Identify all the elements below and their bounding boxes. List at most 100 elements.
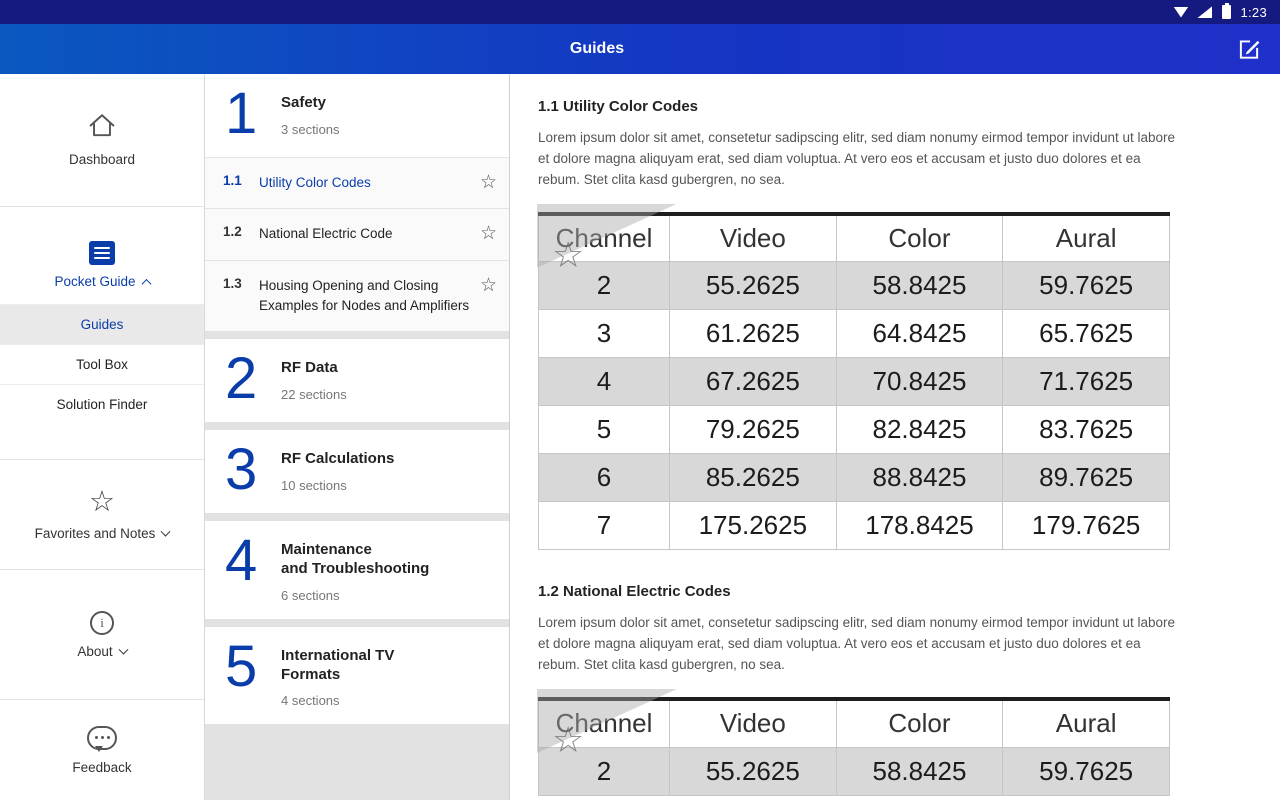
subsection-title: Utility Color Codes	[259, 173, 480, 193]
table-cell: 2	[539, 747, 670, 795]
table-row-channel-4: 467.262570.842571.7625	[539, 358, 1170, 406]
subsection-number: 1.1	[223, 173, 259, 188]
table-cell: 175.2625	[670, 502, 837, 550]
frequency-table: ChannelVideoColorAural255.262558.842559.…	[538, 697, 1170, 796]
table-header-channel: Channel	[539, 699, 670, 747]
compose-icon	[1236, 36, 1262, 62]
chapter-number: 5	[225, 639, 267, 709]
table-cell: 7	[539, 502, 670, 550]
toc-subsection-1-3[interactable]: 1.3 Housing Opening and Closing Examples…	[205, 260, 509, 332]
sidebar-item-tool-box[interactable]: Tool Box	[0, 344, 204, 384]
subsection-number: 1.2	[223, 224, 259, 239]
sidebar-item-feedback[interactable]: Feedback	[0, 700, 204, 800]
table-header-row: ChannelVideoColorAural	[539, 699, 1170, 747]
table-cell: 64.8425	[836, 310, 1003, 358]
chapter-number: 4	[225, 533, 267, 603]
table-row-channel-5: 579.262582.842583.7625	[539, 406, 1170, 454]
subsection-title: National Electric Code	[259, 224, 480, 244]
menu-icon	[89, 241, 115, 265]
sidebar-group-pocket-guide: Pocket Guide Guides Tool Box Solution Fi…	[0, 207, 204, 460]
toc-chapter-5: 5 International TV Formats 4 sections	[205, 627, 509, 725]
sidebar: Dashboard Pocket Guide Guides Tool Box S…	[0, 74, 205, 800]
toc-chapter-5-header[interactable]: 5 International TV Formats 4 sections	[205, 627, 509, 725]
status-bar: 1:23	[0, 0, 1280, 24]
chapter-sections-count: 4 sections	[281, 693, 394, 708]
section-heading: 1.1 Utility Color Codes	[538, 98, 1250, 115]
pocket-guide-submenu: Guides Tool Box Solution Finder	[0, 304, 204, 424]
chapter-title: RF Calculations	[281, 450, 394, 469]
edit-button[interactable]	[1236, 36, 1262, 62]
table-cell: 58.8425	[836, 747, 1003, 795]
channel-frequency-table-2: ☆ ChannelVideoColorAural255.262558.84255…	[538, 697, 1170, 796]
cellular-signal-icon	[1197, 6, 1212, 18]
table-cell: 59.7625	[1003, 262, 1170, 310]
section-body-text: Lorem ipsum dolor sit amet, consetetur s…	[538, 613, 1186, 676]
table-row-channel-2: 255.262558.842559.7625	[539, 262, 1170, 310]
sidebar-item-about[interactable]: i About	[0, 570, 204, 700]
toc-chapter-4: 4 Maintenance and Troubleshooting 6 sect…	[205, 521, 509, 619]
chapter-title: RF Data	[281, 359, 347, 378]
chapter-title: International TV Formats	[281, 647, 394, 685]
toc-subsection-1-1[interactable]: 1.1 Utility Color Codes ☆	[205, 157, 509, 208]
table-header-video: Video	[670, 699, 837, 747]
table-cell: 85.2625	[670, 454, 837, 502]
sidebar-item-pocket-guide[interactable]: Pocket Guide	[54, 241, 149, 289]
table-cell: 55.2625	[670, 747, 837, 795]
section-body-text: Lorem ipsum dolor sit amet, consetetur s…	[538, 128, 1186, 191]
table-cell: 3	[539, 310, 670, 358]
chevron-up-icon	[141, 279, 151, 289]
favorite-star-icon[interactable]: ☆	[480, 173, 497, 192]
info-icon: i	[90, 611, 114, 635]
sidebar-item-solution-finder[interactable]: Solution Finder	[0, 384, 204, 424]
chapter-sections-count: 10 sections	[281, 478, 394, 493]
toc-chapter-1-header[interactable]: 1 Safety 3 sections	[205, 74, 509, 157]
subsection-title: Housing Opening and Closing Examples for…	[259, 276, 480, 317]
toc-chapter-1: 1 Safety 3 sections 1.1 Utility Color Co…	[205, 74, 509, 331]
chevron-down-icon	[161, 527, 171, 537]
battery-icon	[1222, 5, 1231, 19]
table-header-color: Color	[836, 699, 1003, 747]
sidebar-label-dashboard: Dashboard	[69, 152, 135, 167]
table-header-aural: Aural	[1003, 214, 1170, 262]
table-cell: 65.7625	[1003, 310, 1170, 358]
table-cell: 79.2625	[670, 406, 837, 454]
sidebar-item-dashboard[interactable]: Dashboard	[0, 74, 204, 207]
chapter-sections-count: 22 sections	[281, 387, 347, 402]
table-header-channel: Channel	[539, 214, 670, 262]
channel-frequency-table-1: ☆ ChannelVideoColorAural255.262558.84255…	[538, 212, 1170, 551]
page-title: Guides	[0, 24, 1194, 74]
chapter-number: 2	[225, 351, 267, 406]
app-screen: 1:23 Guides Dashboard	[0, 0, 1280, 800]
chapter-sections-count: 6 sections	[281, 588, 429, 603]
feedback-bubble-icon	[87, 726, 117, 750]
subsection-number: 1.3	[223, 276, 259, 291]
table-cell: 55.2625	[670, 262, 837, 310]
sidebar-label-pocket-guide: Pocket Guide	[54, 274, 149, 289]
toc-subsection-1-2[interactable]: 1.2 National Electric Code ☆	[205, 208, 509, 259]
table-cell: 179.7625	[1003, 502, 1170, 550]
frequency-table: ChannelVideoColorAural255.262558.842559.…	[538, 212, 1170, 551]
table-header-row: ChannelVideoColorAural	[539, 214, 1170, 262]
sidebar-item-guides[interactable]: Guides	[0, 304, 204, 344]
toc-chapter-2-header[interactable]: 2 RF Data 22 sections	[205, 339, 509, 422]
page-body: Dashboard Pocket Guide Guides Tool Box S…	[0, 74, 1280, 800]
table-cell: 58.8425	[836, 262, 1003, 310]
table-header-color: Color	[836, 214, 1003, 262]
table-cell: 178.8425	[836, 502, 1003, 550]
table-cell: 4	[539, 358, 670, 406]
favorite-star-icon[interactable]: ☆	[480, 224, 497, 243]
toc-chapter-4-header[interactable]: 4 Maintenance and Troubleshooting 6 sect…	[205, 521, 509, 619]
toc-panel: 1 Safety 3 sections 1.1 Utility Color Co…	[205, 74, 510, 800]
status-time: 1:23	[1240, 5, 1267, 20]
section-heading: 1.2 National Electric Codes	[538, 583, 1250, 600]
sidebar-item-favorites-and-notes[interactable]: ☆ Favorites and Notes	[0, 460, 204, 570]
table-cell: 70.8425	[836, 358, 1003, 406]
table-cell: 5	[539, 406, 670, 454]
toc-chapter-3-header[interactable]: 3 RF Calculations 10 sections	[205, 430, 509, 513]
chapter-title: Safety	[281, 94, 340, 113]
table-cell: 82.8425	[836, 406, 1003, 454]
favorite-star-icon[interactable]: ☆	[480, 276, 497, 295]
table-cell: 89.7625	[1003, 454, 1170, 502]
chapter-title: Maintenance and Troubleshooting	[281, 541, 429, 579]
chapter-sections-count: 3 sections	[281, 122, 340, 137]
